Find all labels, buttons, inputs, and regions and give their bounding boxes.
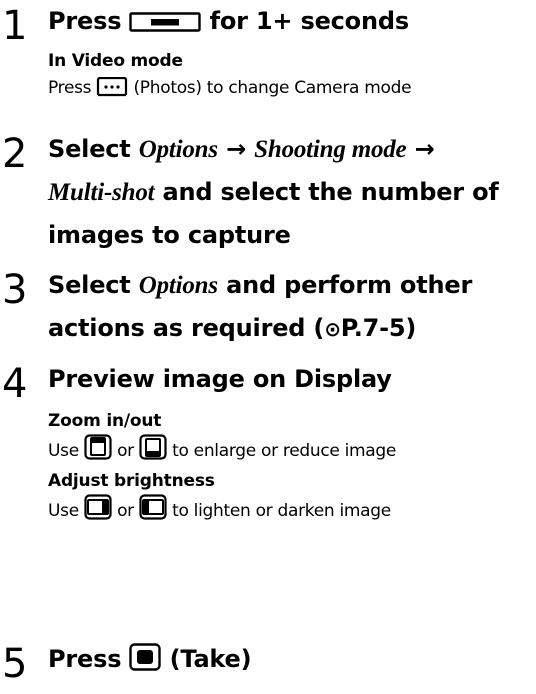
zoom-title: Zoom in/out	[48, 411, 162, 431]
step-1-sub-title: In Video mode	[48, 51, 183, 71]
step-5-text-before: Press	[48, 645, 122, 673]
step-3-number: 3	[2, 267, 28, 313]
brightness-or: or	[117, 501, 134, 521]
step-1-text-before: Press	[48, 7, 122, 35]
page-reference-icon: ⊙	[324, 317, 341, 341]
brightness-rest: to lighten or darken image	[172, 501, 391, 521]
step-5-number: 5	[2, 641, 28, 687]
step-2-heading: Select Options → Shooting mode → Multi-s…	[48, 128, 532, 256]
step-3-heading: Select Options and perform other actions…	[48, 264, 532, 350]
zoom-use: Use	[48, 441, 79, 461]
nav-key-right-icon	[84, 494, 112, 529]
manual-page: 1 Press for 1+ seconds In Video mode Pre…	[0, 0, 536, 694]
step-3-options: Options	[138, 272, 218, 299]
step-1-sub-text: Press (Photos) to change Camera mode	[48, 74, 532, 106]
photos-softkey-icon	[96, 76, 128, 106]
step-2-arrow-2: →	[414, 135, 435, 163]
step-2-multi-shot: Multi-shot	[48, 179, 155, 206]
brightness-text: Use or to lighten or darken image	[48, 494, 532, 529]
step-4-sub-zoom: Zoom in/out Use or to enlarge or reduce …	[48, 408, 532, 469]
step-4-sub-brightness: Adjust brightness Use or to lighten or d…	[48, 468, 532, 529]
center-key-icon	[129, 642, 162, 684]
step-3-rest-2: actions as required (	[48, 314, 325, 342]
step-1-sub-text-after: (Photos) to change Camera mode	[133, 78, 412, 98]
step-1-number: 1	[2, 3, 28, 49]
step-4-number: 4	[2, 361, 28, 407]
step-2-number: 2	[2, 131, 28, 177]
side-camera-key-icon	[129, 4, 202, 46]
brightness-title: Adjust brightness	[48, 471, 215, 491]
step-1-text-after: for 1+ seconds	[209, 7, 410, 35]
zoom-rest: to enlarge or reduce image	[172, 441, 397, 461]
step-3-rest-1: and perform other	[226, 271, 473, 299]
nav-key-down-icon	[139, 434, 167, 469]
zoom-or: or	[117, 441, 134, 461]
step-4-heading: Preview image on Display	[48, 365, 392, 393]
step-2-rest-2: images to capture	[48, 221, 291, 249]
step-1-heading: Press for 1+ seconds	[48, 0, 532, 46]
step-2-options: Options	[138, 136, 218, 163]
step-2-arrow-1: →	[226, 135, 246, 163]
step-3-select: Select	[48, 271, 131, 299]
step-1-sub-text-before: Press	[48, 78, 92, 98]
zoom-text: Use or to enlarge or reduce image	[48, 434, 532, 469]
step-5-heading: Press (Take)	[48, 638, 532, 684]
step-2-select: Select	[48, 135, 131, 163]
brightness-use: Use	[48, 501, 79, 521]
nav-key-left-icon	[139, 494, 167, 529]
step-2-rest-1: and select the number of	[162, 178, 499, 206]
step-1-sub: In Video mode Press (Photos) to change C…	[48, 48, 532, 106]
step-2-shooting-mode: Shooting mode	[254, 136, 407, 163]
step-3-page-reference: P.7-5)	[340, 314, 417, 342]
nav-key-up-icon	[84, 434, 112, 469]
step-5-text-after: (Take)	[169, 645, 252, 673]
